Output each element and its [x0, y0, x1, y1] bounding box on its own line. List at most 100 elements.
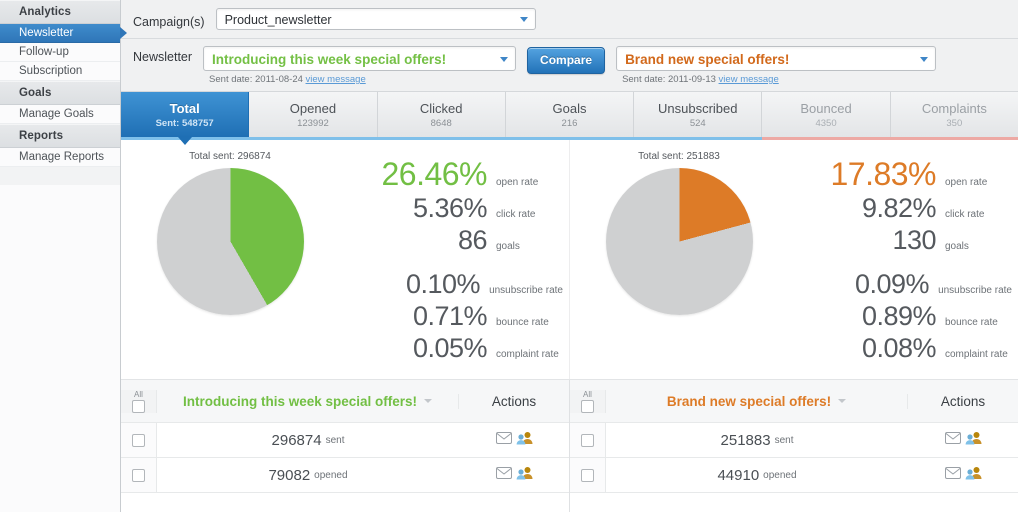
row-select-cell[interactable]: [121, 458, 157, 492]
rate-row: 0.89% bounce rate: [788, 301, 1012, 331]
rate-label: bounce rate: [945, 317, 998, 328]
pie-column-right: Total sent: 251883: [570, 151, 788, 365]
rate-row: 86 goals: [339, 225, 563, 255]
people-icon[interactable]: [516, 466, 533, 485]
row-unit: sent: [325, 434, 345, 446]
compare-button[interactable]: Compare: [527, 47, 606, 74]
sidebar-item-manage-goals[interactable]: Manage Goals: [0, 105, 120, 124]
rates-left: 26.46% open rate 5.36% click rate 86 goals …: [339, 151, 569, 365]
newsletter-left-value: Introducing this week special offers!: [212, 52, 447, 67]
select-all-checkbox[interactable]: [132, 399, 145, 413]
rate-value: 0.09%: [855, 269, 930, 299]
row-metric-cell: 296874 sent: [157, 423, 459, 457]
row-checkbox[interactable]: [581, 469, 594, 482]
chevron-down-icon[interactable]: [838, 399, 847, 403]
people-icon[interactable]: [965, 466, 982, 485]
select-all-cell[interactable]: All: [121, 389, 157, 413]
table-row: 251883 sent: [570, 423, 1018, 458]
actions-header-right: Actions: [908, 394, 1018, 409]
tab-unsubscribed[interactable]: Unsubscribed 524: [634, 92, 763, 137]
pie-chart-left: [156, 168, 304, 315]
row-actions: [459, 423, 569, 457]
rate-value: 0.71%: [412, 301, 488, 331]
row-checkbox[interactable]: [132, 469, 145, 482]
rate-label: open rate: [496, 177, 539, 188]
rate-row: 0.71% bounce rate: [339, 301, 563, 331]
rate-value: 9.82%: [861, 193, 937, 223]
envelope-icon[interactable]: [944, 431, 961, 449]
campaign-label: Campaign(s): [133, 14, 205, 29]
rate-value: 17.83%: [830, 156, 936, 192]
campaign-select[interactable]: Product_newsletter: [215, 8, 536, 30]
sidebar-item-follow-up[interactable]: Follow-up: [0, 43, 120, 62]
rate-label: goals: [496, 241, 520, 252]
tab-clicked[interactable]: Clicked 8648: [377, 92, 506, 137]
stats-half-right: Total sent: 251883 17.83% open rate 9.82%…: [569, 140, 1018, 379]
rate-row: 5.36% click rate: [339, 193, 563, 223]
row-select-cell[interactable]: [570, 458, 606, 492]
row-select-cell[interactable]: [570, 423, 606, 457]
row-checkbox[interactable]: [581, 434, 594, 447]
select-all-label: All: [134, 389, 143, 399]
tab-opened[interactable]: Opened 123992: [249, 92, 378, 137]
tab-total[interactable]: Total Sent: 548757: [121, 92, 250, 145]
rate-row: 0.05% complaint rate: [339, 333, 563, 363]
tab-goals[interactable]: Goals 216: [505, 92, 635, 137]
rate-label: click rate: [945, 209, 985, 220]
people-icon[interactable]: [965, 431, 982, 450]
rate-label: open rate: [945, 177, 988, 188]
tab-complaints[interactable]: Complaints 350: [890, 92, 1018, 137]
tab-bounced[interactable]: Bounced 4350: [762, 92, 891, 137]
tab-label: Complaints: [921, 101, 987, 116]
sidebar-item-subscription[interactable]: Subscription: [0, 62, 120, 81]
people-icon[interactable]: [516, 431, 533, 450]
metric-tabs: Total Sent: 548757 Opened 123992 Clicked…: [121, 92, 1018, 145]
pie-chart-right: [605, 168, 753, 315]
newsletter-left-select[interactable]: Introducing this week special offers!: [203, 46, 517, 71]
row-actions: [908, 458, 1018, 492]
analytics-dashboard: Analytics Newsletter Follow-up Subscript…: [0, 0, 1024, 516]
view-message-link-left[interactable]: view message: [306, 74, 366, 85]
view-message-link-right[interactable]: view message: [719, 74, 779, 85]
table-left-title-cell[interactable]: Introducing this week special offers!: [157, 393, 459, 409]
table-header-row: All Introducing this week special offers…: [121, 380, 569, 423]
tab-value: 524: [689, 118, 706, 129]
envelope-icon[interactable]: [944, 466, 961, 484]
rate-row: 0.09% unsubscribe rate: [788, 269, 1012, 299]
chevron-down-icon[interactable]: [424, 399, 433, 403]
table-header-row: All Brand new special offers! Actions: [570, 380, 1018, 423]
sidebar-item-newsletter[interactable]: Newsletter: [0, 24, 127, 43]
sent-date-text: Sent date: 2011-08-24: [209, 74, 303, 85]
row-number: 44910: [717, 466, 760, 484]
sidebar-group-analytics: Analytics: [0, 0, 120, 24]
sidebar: Analytics Newsletter Follow-up Subscript…: [0, 0, 127, 512]
rate-value: 26.46%: [381, 156, 487, 192]
row-checkbox[interactable]: [132, 434, 145, 447]
table-right: All Brand new special offers! Actions 25…: [569, 380, 1018, 512]
sidebar-group-reports: Reports: [0, 124, 120, 148]
rate-label: click rate: [496, 209, 536, 220]
newsletter-right-select[interactable]: Brand new special offers!: [616, 46, 937, 71]
row-select-cell[interactable]: [121, 423, 157, 457]
tab-value: 8648: [430, 118, 452, 129]
table-right-title-cell[interactable]: Brand new special offers!: [606, 393, 908, 409]
tab-label: Opened: [289, 101, 337, 116]
rate-value: 5.36%: [412, 193, 488, 223]
tab-label: Bounced: [800, 101, 852, 116]
select-all-checkbox[interactable]: [581, 399, 594, 413]
rate-row: 26.46% open rate: [339, 157, 563, 191]
row-number: 79082: [268, 466, 311, 484]
table-right-title: Brand new special offers!: [666, 393, 832, 409]
sidebar-filler: [0, 185, 120, 512]
tab-value: 216: [561, 118, 578, 129]
select-all-cell[interactable]: All: [570, 389, 606, 413]
newsletter-label: Newsletter: [133, 50, 193, 64]
envelope-icon[interactable]: [495, 466, 512, 484]
actions-label: Actions: [940, 393, 986, 409]
envelope-icon[interactable]: [495, 431, 512, 449]
newsletter-right-sentdate: Sent date: 2011-09-13 view message: [616, 71, 936, 85]
row-unit: opened: [763, 469, 797, 481]
tab-value: 4350: [815, 118, 837, 129]
sidebar-item-manage-reports[interactable]: Manage Reports: [0, 148, 120, 167]
row-actions: [459, 458, 569, 492]
